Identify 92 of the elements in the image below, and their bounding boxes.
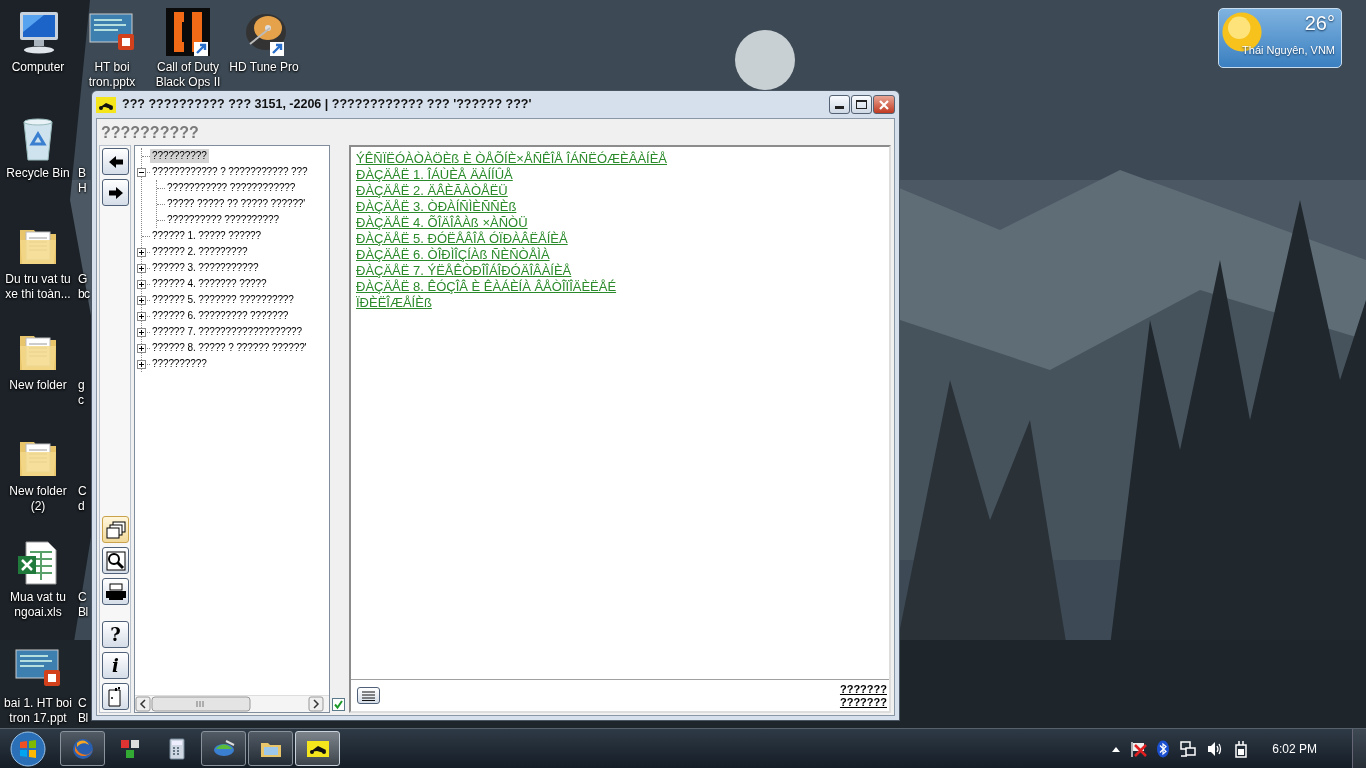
windows-logo-icon [9,729,47,768]
expand-icon[interactable] [137,327,146,337]
expand-icon[interactable] [137,359,146,369]
tree-item[interactable]: ?????? 8. ????? ? ?????? ??????' [150,341,309,355]
forward-button[interactable] [102,179,129,206]
chapter-link[interactable]: ÐÀÇÄÅË 8. ÊÓÇÎÂ È ÊÀÁÈÍÀ ÂÅÒÎÏÎÄÈËÅÉ [356,279,617,295]
chapter-link[interactable]: ÐÀÇÄÅË 5. ÐÓËÅÂÎÅ ÓÏÐÀÂËÅÍÈÅ [356,231,568,247]
collapse-icon[interactable] [137,167,146,177]
exit-button[interactable] [102,683,129,710]
list-icon [362,690,375,701]
expand-icon[interactable] [137,247,146,257]
taskbar-button[interactable] [295,731,340,766]
location: Thái Nguyên, VNM [1242,43,1335,57]
tree-item[interactable]: ????? ????? ?? ????? ??????' [165,197,308,211]
close-icon [879,99,889,110]
power-plug-icon[interactable] [1233,739,1250,758]
show-desktop-button[interactable] [1352,728,1366,768]
sun-icon [1221,11,1263,53]
chapter-link[interactable]: ÐÀÇÄÅË 1. ÎÁÙÈÅ ÄÀÍÍÛÅ [356,167,513,183]
tree-item[interactable]: ?????? 4. ??????? ????? [150,277,269,291]
icon-label[interactable]: New folder [1,378,75,393]
tree-item[interactable]: ???????????? ? ??????????? ??? [150,165,310,179]
taskbar-button[interactable] [201,731,246,766]
icon-label[interactable]: G bc [78,272,90,302]
icon-label[interactable]: Recycle Bin [1,166,75,181]
folders-button[interactable] [102,516,129,543]
printer-icon [104,582,127,601]
search-button[interactable] [102,547,129,574]
maximize-icon [856,100,867,109]
footer-link[interactable]: ??????? [839,695,887,709]
window-title: ??? ?????????? ??? 3151, -2206 | ???????????? ??? '?????? ???' [122,96,532,114]
door-icon [107,686,124,707]
tree-item[interactable]: ??????????? ???????????? [165,181,298,195]
info-button[interactable]: i [102,652,129,679]
icon-label[interactable]: Computer [1,60,75,75]
page-heading: ?????????? [100,123,200,143]
icon-label[interactable]: B H [78,166,87,196]
temperature: 26° [1304,11,1335,35]
minimize-button[interactable] [829,95,850,114]
flag-icon[interactable] [1129,739,1148,758]
back-button[interactable] [102,148,129,175]
maximize-button[interactable] [851,95,872,114]
icon-label[interactable]: bai 1. HT boi tron 17.ppt [1,696,75,726]
icon-label[interactable]: Du tru vat tu xe thi toàn... [1,272,75,302]
tree-item[interactable]: ?????? 1. ????? ?????? [150,229,264,243]
taskbar-button[interactable] [248,731,293,766]
tree-item[interactable]: ?????? 7. ??????????????????? [150,325,305,339]
tree-item[interactable]: ?????????? [150,357,209,371]
tree-item[interactable]: ?????? 3. ??????????? [150,261,261,275]
tree-item[interactable]: ?????? 5. ??????? ?????????? [150,293,296,307]
horizontal-scrollbar[interactable] [135,695,329,712]
tree-item[interactable]: ?????????? ?????????? [165,213,281,227]
expand-icon[interactable] [137,311,146,321]
icon-label[interactable]: g c [78,378,85,408]
chapter-link[interactable]: ÐÀÇÄÅË 4. ÕÎÄÎÂÀß ×ÀÑÒÜ [356,215,528,231]
checkbox[interactable] [331,698,345,711]
expand-icon[interactable] [137,295,146,305]
icon-label[interactable]: HD Tune Pro [227,60,301,75]
expand-icon[interactable] [137,279,146,289]
icon-label[interactable]: C d [78,484,87,514]
icon-label[interactable]: C Bl [78,590,88,620]
list-button[interactable] [357,687,380,704]
bluetooth-icon[interactable] [1156,739,1171,758]
icon-label[interactable]: Mua vat tu ngoai.xls [1,590,75,620]
help-button[interactable]: ? [102,621,129,648]
chapter-link[interactable]: ÏÐÈËÎÆÅÍÈß [356,295,432,311]
close-button[interactable] [873,95,895,114]
search-icon [105,550,126,571]
game-shortcut-icon[interactable] [164,8,212,56]
footer-link[interactable]: ??????? [839,682,887,696]
tree-item[interactable]: ?????? 6. ????????? ??????? [150,309,291,323]
chapter-link[interactable]: ÐÀÇÄÅË 6. ÒÎÐÌÎÇÍÀß ÑÈÑÒÅÌÀ [356,247,550,263]
chapter-link[interactable]: ÐÀÇÄÅË 7. ÝËÅÊÒÐÎÎÁÎÐÓÄÎÂÀÍÈÅ [356,263,572,279]
print-button[interactable] [102,578,129,605]
tree-item[interactable]: ?????????? [150,149,209,163]
folders-icon [105,520,126,539]
chapter-link[interactable]: ÐÀÇÄÅË 3. ÒÐÀÍÑÌÈÑÑÈß [356,199,517,215]
icon-label[interactable]: New folder (2) [1,484,75,514]
expand-icon[interactable] [137,263,146,273]
chapter-link[interactable]: ÐÀÇÄÅË 2. ÄÂÈÃÀÒÅËÜ [356,183,508,199]
chapter-link[interactable]: ÝÊÑÏËÓÀÒÀÖÈß È ÒÅÕÍÈ×ÅÑÊÎÅ ÎÁÑËÓÆÈÂÀÍÈÅ [356,151,667,167]
app-icon [96,96,116,113]
tree-item[interactable]: ?????? 2. ????????? [150,245,250,259]
icon-label[interactable]: HT boi tron.pptx [75,60,149,90]
icon-label[interactable]: C Bl [78,696,88,726]
icon-label[interactable]: Call of Duty Black Ops II [151,60,225,90]
browser-icon [70,736,95,761]
arrow-right-icon [107,185,124,200]
clock[interactable]: 6:02 PM [1272,739,1317,758]
expand-icon[interactable] [137,343,146,353]
network-icon[interactable] [1179,739,1198,758]
arrow-left-icon [107,154,124,169]
